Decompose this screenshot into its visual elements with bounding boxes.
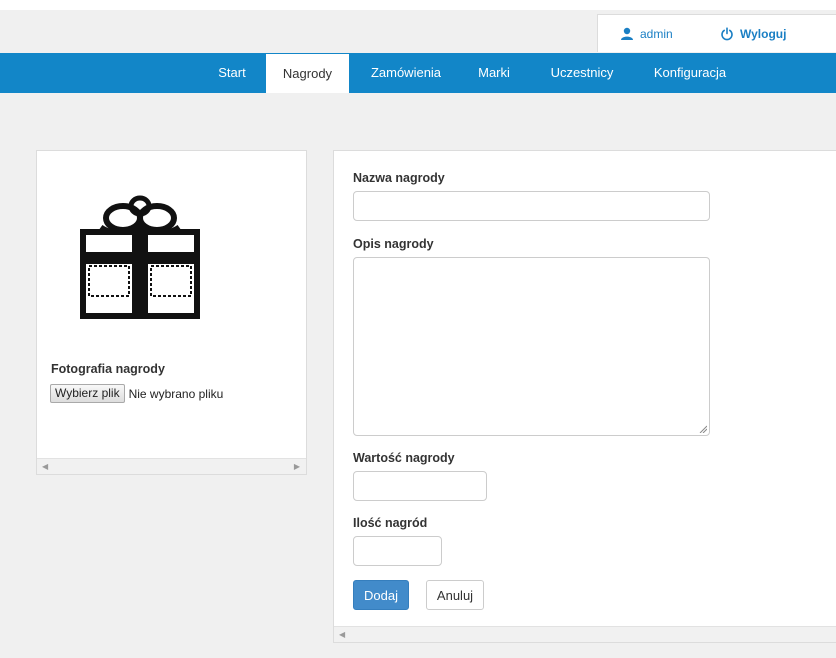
main-nav: Start Nagrody Zamówienia Marki Uczestnic… bbox=[0, 53, 836, 93]
horizontal-scrollbar[interactable]: ◀ bbox=[334, 626, 836, 642]
user-bar: admin Wyloguj bbox=[597, 14, 836, 52]
nav-item-zamowienia[interactable]: Zamówienia bbox=[360, 53, 452, 93]
award-form-panel: Nazwa nagrody Opis nagrody Wartość nagro… bbox=[333, 150, 836, 643]
user-name: admin bbox=[640, 27, 673, 41]
nav-item-konfiguracja[interactable]: Konfiguracja bbox=[640, 53, 740, 93]
cancel-button[interactable]: Anuluj bbox=[426, 580, 484, 610]
file-status: Nie wybrano pliku bbox=[128, 386, 224, 401]
user-link[interactable]: admin bbox=[620, 27, 673, 41]
logout-link[interactable]: Wyloguj bbox=[720, 27, 786, 41]
choose-file-button[interactable]: Wybierz plik bbox=[50, 384, 125, 403]
name-input[interactable] bbox=[353, 191, 710, 221]
resize-grip-icon[interactable] bbox=[699, 425, 707, 433]
gift-icon bbox=[80, 195, 200, 319]
name-label: Nazwa nagrody bbox=[353, 171, 445, 185]
value-label: Wartość nagrody bbox=[353, 451, 455, 465]
description-label: Opis nagrody bbox=[353, 237, 434, 251]
power-icon bbox=[721, 27, 733, 41]
nav-item-marki[interactable]: Marki bbox=[468, 53, 520, 93]
photo-label: Fotografia nagrody bbox=[51, 362, 165, 376]
nav-item-nagrody[interactable]: Nagrody bbox=[266, 54, 349, 93]
scroll-right-icon[interactable]: ▶ bbox=[294, 462, 300, 471]
logout-label: Wyloguj bbox=[740, 27, 787, 41]
quantity-label: Ilość nagród bbox=[353, 516, 428, 530]
scroll-left-icon[interactable]: ◀ bbox=[339, 630, 345, 639]
file-input: Wybierz plik Nie wybrano pliku bbox=[50, 384, 223, 403]
horizontal-scrollbar[interactable]: ◀ ▶ bbox=[37, 458, 306, 474]
nav-item-uczestnicy[interactable]: Uczestnicy bbox=[537, 53, 627, 93]
description-textarea[interactable] bbox=[353, 257, 710, 436]
user-icon bbox=[621, 27, 633, 40]
nav-item-start[interactable]: Start bbox=[208, 53, 256, 93]
photo-panel: Fotografia nagrody Wybierz plik Nie wybr… bbox=[36, 150, 307, 475]
submit-button[interactable]: Dodaj bbox=[353, 580, 409, 610]
value-input[interactable] bbox=[353, 471, 487, 501]
quantity-input[interactable] bbox=[353, 536, 442, 566]
scroll-left-icon[interactable]: ◀ bbox=[42, 462, 48, 471]
